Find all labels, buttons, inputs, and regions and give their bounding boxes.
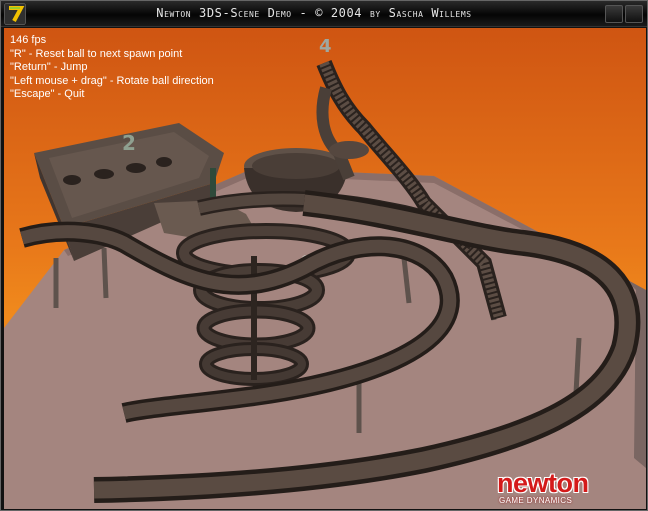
title-bar[interactable]: Newton 3DS-Scene Demo - © 2004 by Sascha…	[1, 1, 647, 27]
spawn-marker-2: 2	[122, 131, 136, 155]
app-icon[interactable]	[4, 3, 26, 25]
logo-word: newton	[497, 468, 589, 498]
help-line-reset: "R" - Reset ball to next spawn point	[10, 47, 183, 60]
window-title: Newton 3DS-Scene Demo - © 2004 by Sascha…	[156, 6, 472, 20]
render-viewport[interactable]: 2 4 146 fps "R" - Reset ball to next spa…	[4, 28, 646, 509]
close-button[interactable]	[625, 5, 643, 23]
fps-counter: 146 fps	[10, 34, 47, 46]
newton-logo: newton GAME DYNAMICS	[493, 469, 641, 507]
spawn-marker-4: 4	[319, 36, 332, 57]
minimize-button[interactable]	[605, 5, 623, 23]
help-line-jump: "Return" - Jump	[10, 61, 88, 73]
window-controls	[603, 5, 643, 23]
app-window: Newton 3DS-Scene Demo - © 2004 by Sascha…	[0, 0, 648, 511]
logo-tagline: GAME DYNAMICS	[499, 496, 573, 505]
help-line-rotate: "Left mouse + drag" - Rotate ball direct…	[10, 74, 214, 87]
help-line-quit: "Escape" - Quit	[10, 88, 85, 100]
hud-overlay: 146 fps "R" - Reset ball to next spawn p…	[10, 34, 214, 102]
